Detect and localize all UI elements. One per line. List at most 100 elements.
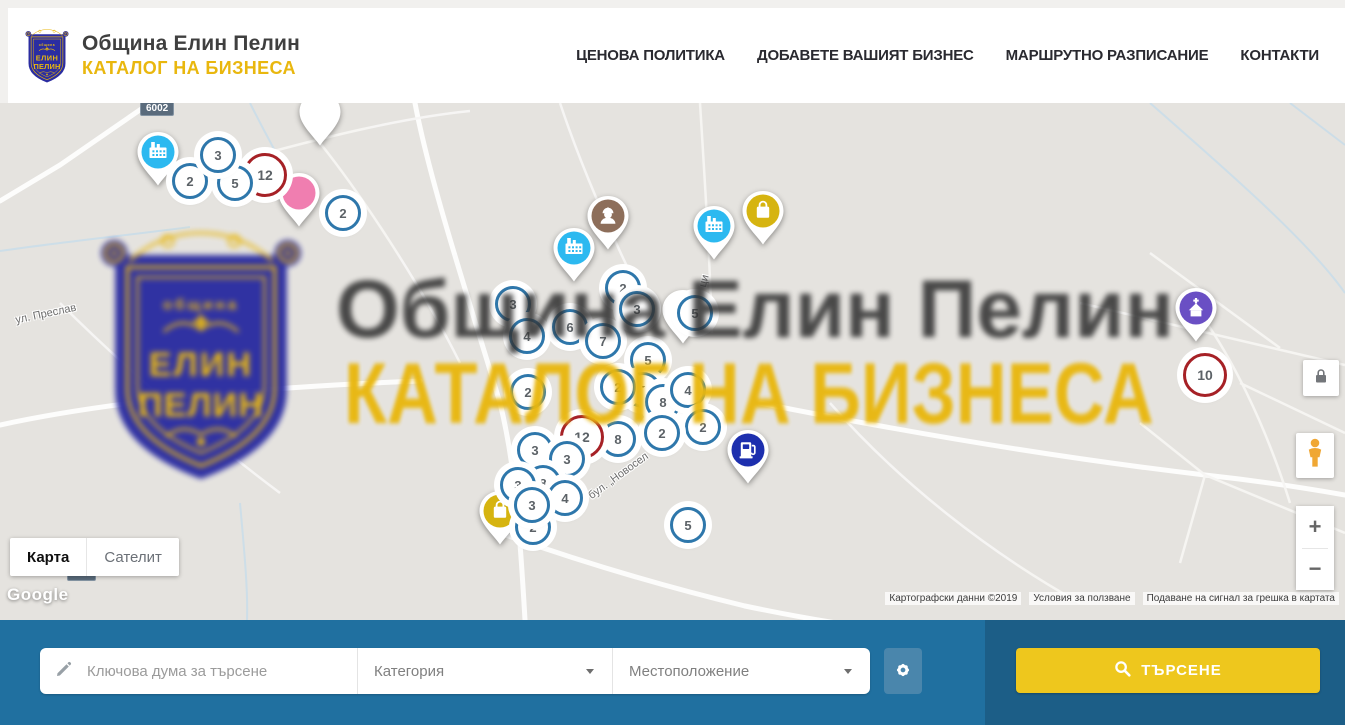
nav-item-contacts[interactable]: КОНТАКТИ <box>1240 47 1319 64</box>
cluster-marker[interactable]: 5 <box>670 507 706 543</box>
cluster-count: 2 <box>619 281 626 296</box>
svg-text:ПЕЛИН: ПЕЛИН <box>33 62 60 71</box>
map-attribution: Картографски данни ©2019 Условия за ползв… <box>885 592 1339 605</box>
nav-item-route-schedule[interactable]: МАРШРУТНО РАЗПИСАНИЕ <box>1006 47 1209 64</box>
cluster-count: 3 <box>214 148 221 163</box>
cluster-count: 2 <box>658 426 665 441</box>
pegman-button[interactable] <box>1296 433 1334 478</box>
lock-icon <box>1314 368 1328 389</box>
cluster-count: 5 <box>644 353 651 368</box>
pencil-icon <box>55 660 73 683</box>
cluster-marker[interactable]: 4 <box>509 318 545 354</box>
cluster-count: 3 <box>563 452 570 467</box>
zoom-in-button[interactable]: + <box>1296 506 1334 548</box>
category-pin-fuel[interactable] <box>726 429 770 490</box>
cluster-marker[interactable]: 3 <box>514 487 550 523</box>
category-select-value: Категория <box>374 663 444 680</box>
nav-item-add-business[interactable]: ДОБАВЕТЕ ВАШИЯТ БИЗНЕС <box>757 47 974 64</box>
map-type-map-button[interactable]: Карта <box>10 538 86 576</box>
cluster-count: 3 <box>528 498 535 513</box>
logo[interactable]: община ЕЛИН ПЕЛИН Община Елин Пелин КАТА… <box>22 25 300 87</box>
cluster-count: 3 <box>531 443 538 458</box>
search-fields: Категория Местоположение <box>40 648 870 694</box>
cluster-count: 4 <box>561 491 568 506</box>
category-pin-church[interactable] <box>1174 287 1218 348</box>
cluster-marker[interactable]: 7 <box>585 323 621 359</box>
cluster-marker[interactable]: 2 <box>644 415 680 451</box>
chevron-down-icon <box>586 669 594 674</box>
cluster-count: 2 <box>186 174 193 189</box>
header: община ЕЛИН ПЕЛИН Община Елин Пелин КАТА… <box>8 8 1345 103</box>
chevron-down-icon <box>844 669 852 674</box>
svg-text:община: община <box>39 43 55 47</box>
advanced-settings-button[interactable] <box>884 648 922 694</box>
cluster-count: 12 <box>574 429 590 445</box>
cluster-count: 3 <box>633 302 640 317</box>
cluster-count: 6 <box>566 320 573 335</box>
cluster-count: 2 <box>524 385 531 400</box>
cluster-marker[interactable]: 4 <box>670 372 706 408</box>
terms-link[interactable]: Условия за ползване <box>1029 592 1134 605</box>
svg-text:ЕЛИН: ЕЛИН <box>36 53 58 62</box>
cluster-marker[interactable]: 2 <box>685 409 721 445</box>
cluster-count: 5 <box>231 176 238 191</box>
cluster-count: 5 <box>684 518 691 533</box>
location-select-value: Местоположение <box>629 663 749 680</box>
cluster-count: 2 <box>339 206 346 221</box>
cluster-marker[interactable]: 4 <box>547 480 583 516</box>
location-select[interactable]: Местоположение <box>612 648 870 694</box>
map-markers-layer: 1252322353647527284228123383243510 <box>0 103 1345 620</box>
map-type-control: КартаСателит <box>10 538 179 576</box>
zoom-out-button[interactable]: − <box>1296 549 1334 591</box>
pegman-icon <box>1304 438 1326 474</box>
cluster-count: 2 <box>614 380 621 395</box>
cluster-marker[interactable]: 6 <box>552 309 588 345</box>
keyword-field-wrap <box>40 648 357 694</box>
cluster-count: 10 <box>1197 367 1213 383</box>
cluster-count: 8 <box>614 432 621 447</box>
category-pin-shopping-bag[interactable] <box>741 190 785 251</box>
cluster-count: 3 <box>509 297 516 312</box>
category-pin-factory[interactable] <box>692 205 736 266</box>
category-pin-factory[interactable] <box>552 227 596 288</box>
search-button-label: ТЪРСЕНЕ <box>1141 662 1222 679</box>
cluster-count: 2 <box>699 420 706 435</box>
cluster-count: 7 <box>599 334 606 349</box>
cluster-marker[interactable]: 2 <box>510 374 546 410</box>
zoom-control: + − <box>1296 506 1334 590</box>
cluster-marker[interactable]: 3 <box>200 137 236 173</box>
cluster-marker[interactable]: 3 <box>619 291 655 327</box>
cluster-count: 5 <box>691 306 698 321</box>
keyword-search-input[interactable] <box>85 662 357 681</box>
search-bar: Категория Местоположение ТЪРСЕНЕ <box>0 620 1345 725</box>
cluster-count: 8 <box>659 395 666 410</box>
cluster-marker[interactable]: 2 <box>325 195 361 231</box>
nav-item-pricing[interactable]: ЦЕНОВА ПОЛИТИКА <box>576 47 725 64</box>
category-select[interactable]: Категория <box>357 648 612 694</box>
cluster-marker[interactable]: 2 <box>600 369 636 405</box>
cluster-marker[interactable]: 8 <box>600 421 636 457</box>
main-nav: ЦЕНОВА ПОЛИТИКА ДОБАВЕТЕ ВАШИЯТ БИЗНЕС МАР… <box>576 47 1319 64</box>
category-pin-blank[interactable] <box>298 103 342 152</box>
municipality-crest-logo: община ЕЛИН ПЕЛИН <box>22 25 72 87</box>
search-icon <box>1114 660 1131 681</box>
map-type-satellite-button[interactable]: Сателит <box>86 538 179 576</box>
logo-text: Община Елин Пелин КАТАЛОГ НА БИЗНЕСА <box>82 32 300 79</box>
map-canvas[interactable]: ул. Преславбул. „Новоселци6002105 <box>0 103 1345 620</box>
map-data-attribution: Картографски данни ©2019 <box>885 592 1021 605</box>
report-map-error-link[interactable]: Подаване на сигнал за грешка в картата <box>1143 592 1339 605</box>
cluster-marker[interactable]: 5 <box>677 295 713 331</box>
cluster-marker[interactable]: 3 <box>495 286 531 322</box>
gear-icon <box>892 659 914 684</box>
cluster-count: 4 <box>684 383 691 398</box>
site-subtitle: КАТАЛОГ НА БИЗНЕСА <box>82 58 300 79</box>
google-logo[interactable]: Google <box>7 585 69 605</box>
site-title: Община Елин Пелин <box>82 32 300 56</box>
cluster-count: 12 <box>257 167 273 183</box>
cluster-marker[interactable]: 3 <box>517 432 553 468</box>
cluster-marker[interactable]: 10 <box>1183 353 1227 397</box>
cluster-count: 4 <box>523 329 530 344</box>
lock-button[interactable] <box>1303 360 1339 396</box>
search-button[interactable]: ТЪРСЕНЕ <box>1016 648 1320 693</box>
cluster-marker[interactable]: 2 <box>172 163 208 199</box>
